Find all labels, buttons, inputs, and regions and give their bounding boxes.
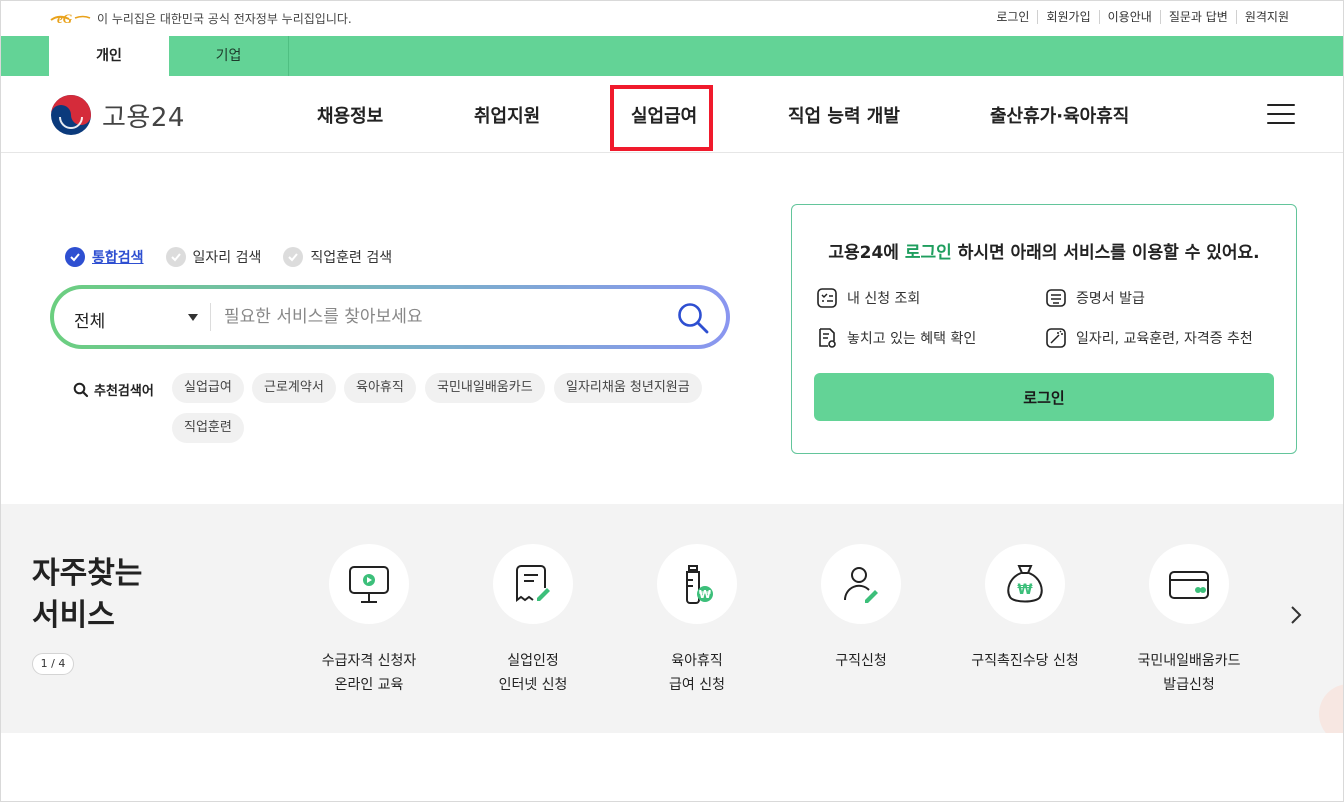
keyword-chip[interactable]: 근로계약서 <box>252 373 336 403</box>
service-job-seeking-allowance[interactable]: ₩ 구직촉진수당 신청 <box>945 544 1105 673</box>
money-bag-won-icon: ₩ <box>1007 565 1043 603</box>
gov-notice-text: 이 누리집은 대한민국 공식 전자정부 누리집입니다. <box>97 12 352 26</box>
decoration-circle <box>1319 684 1343 733</box>
carousel-pager: 1 / 4 <box>32 653 74 675</box>
check-off-icon <box>165 247 186 267</box>
search-category-select[interactable]: 전체 <box>74 307 105 332</box>
keyword-chip[interactable]: 일자리채움 청년지원금 <box>554 373 702 403</box>
recommended-keywords-label: 추천검색어 <box>73 380 154 399</box>
gov-top-bar: eG 이 누리집은 대한민국 공식 전자정부 누리집입니다. 로그인 회원가입 … <box>1 1 1343 35</box>
service-parental-leave-benefit[interactable]: ₩ 육아휴직 급여 신청 <box>617 544 777 697</box>
frequent-services-title: 자주찾는 서비스 <box>32 556 143 633</box>
login-panel-title: 고용24에 로그인 하시면 아래의 서비스를 이용할 수 있어요. <box>828 243 1260 263</box>
search-box: 전체 <box>50 285 730 349</box>
menu-vocational-training[interactable]: 직업 능력 개발 <box>788 102 900 128</box>
highlight-box <box>610 85 713 151</box>
search-small-icon <box>73 382 89 397</box>
menu-parental-leave[interactable]: 출산휴가·육아휴직 <box>990 102 1129 128</box>
check-on-icon <box>65 247 85 267</box>
monitor-play-icon <box>349 566 389 603</box>
baby-bottle-won-icon: ₩ <box>686 565 713 604</box>
remote-support-link[interactable]: 원격지원 <box>1235 10 1297 24</box>
caret-down-icon[interactable] <box>188 314 198 321</box>
service-my-applications: 내 신청 조회 <box>816 287 920 309</box>
signup-link[interactable]: 회원가입 <box>1037 10 1098 24</box>
menu-job-info[interactable]: 채용정보 <box>317 102 383 128</box>
hamburger-menu-icon[interactable] <box>1267 104 1295 124</box>
tab-corporate[interactable]: 기업 <box>169 36 289 76</box>
svg-text:eG: eG <box>57 11 73 26</box>
service-online-education[interactable]: 수급자격 신청자 온라인 교육 <box>289 544 449 697</box>
keyword-chip[interactable]: 육아휴직 <box>344 373 416 403</box>
printer-doc-icon <box>1046 289 1066 307</box>
service-recommendations: 일자리, 교육훈련, 자격증 추천 <box>1045 327 1253 349</box>
magic-wand-icon <box>1046 328 1066 348</box>
user-type-tabbar: 개인 기업 <box>1 36 1343 76</box>
check-off-icon <box>283 247 304 267</box>
egov-logo-icon: eG <box>50 11 91 26</box>
search-input[interactable] <box>224 301 654 333</box>
document-search-icon <box>819 328 836 348</box>
chevron-right-icon[interactable] <box>1289 604 1303 626</box>
document-pen-icon <box>516 565 550 602</box>
search-icon[interactable] <box>676 301 710 335</box>
tab-personal[interactable]: 개인 <box>49 36 169 76</box>
guide-link[interactable]: 이용안내 <box>1098 10 1160 24</box>
option-integrated-search[interactable]: 통합검색 <box>65 247 144 267</box>
option-job-search[interactable]: 일자리 검색 <box>165 247 261 267</box>
checklist-icon <box>817 288 837 308</box>
service-certificates: 증명서 발급 <box>1045 287 1145 309</box>
menu-employment-support[interactable]: 취업지원 <box>474 102 540 128</box>
person-pen-icon <box>843 567 878 603</box>
card-icon <box>1169 571 1209 599</box>
main-nav: 고용24 채용정보 취업지원 실업급여 직업 능력 개발 출산휴가·육아휴직 <box>1 76 1343 153</box>
keyword-chip[interactable]: 실업급여 <box>172 373 244 403</box>
frequent-services-section: 자주찾는 서비스 1 / 4 수급자격 신청자 온라인 교육 실업인정 인터넷 … <box>1 504 1343 733</box>
service-unemployment-recognition[interactable]: 실업인정 인터넷 신청 <box>453 544 613 697</box>
service-job-application[interactable]: 구직신청 <box>781 544 941 673</box>
option-training-search[interactable]: 직업훈련 검색 <box>283 247 392 267</box>
svg-text:₩: ₩ <box>1017 582 1033 598</box>
keyword-chip[interactable]: 국민내일배움카드 <box>425 373 545 403</box>
service-missed-benefits: 놓치고 있는 혜택 확인 <box>816 327 976 349</box>
service-learning-card[interactable]: 국민내일배움카드 발급신청 <box>1109 544 1269 697</box>
utility-links: 로그인 회원가입 이용안내 질문과 답변 원격지원 <box>988 10 1297 24</box>
divider <box>210 303 211 331</box>
login-panel: 고용24에 로그인 하시면 아래의 서비스를 이용할 수 있어요. 내 신청 조… <box>791 204 1297 454</box>
search-scope-options: 통합검색 일자리 검색 직업훈련 검색 <box>65 247 414 267</box>
site-logo-text[interactable]: 고용24 <box>102 97 185 134</box>
login-button[interactable]: 로그인 <box>814 373 1274 421</box>
keyword-chip[interactable]: 직업훈련 <box>172 413 244 443</box>
login-link[interactable]: 로그인 <box>988 10 1037 24</box>
svg-text:₩: ₩ <box>699 588 711 601</box>
taegeuk-emblem-icon[interactable] <box>50 94 92 136</box>
qna-link[interactable]: 질문과 답변 <box>1159 10 1236 24</box>
